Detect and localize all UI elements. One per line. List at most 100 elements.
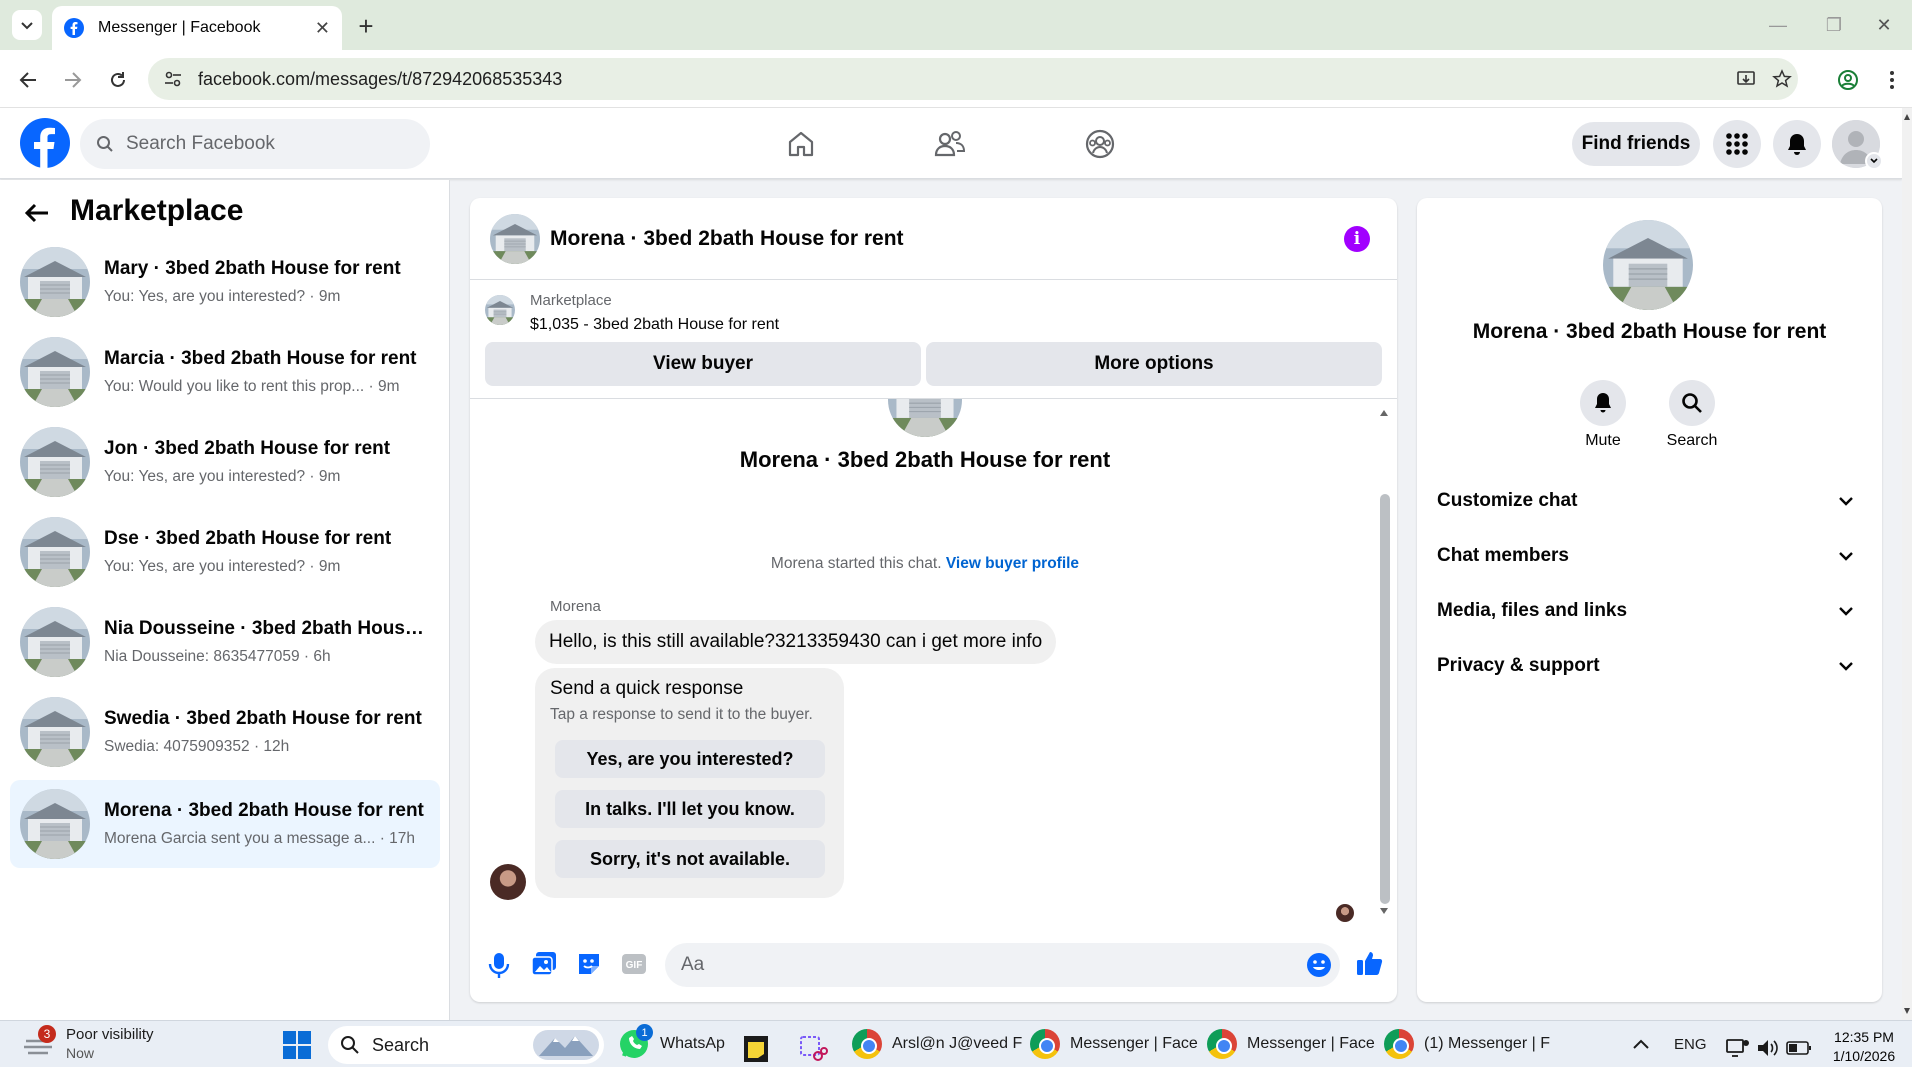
chrome-icon <box>1030 1029 1060 1059</box>
conversation-item[interactable]: Jon · 3bed 2bath House for rent You: Yes,… <box>10 418 440 506</box>
notifications-button[interactable] <box>1773 120 1821 168</box>
nav-home[interactable] <box>777 120 825 168</box>
sticker-icon[interactable] <box>575 950 603 980</box>
conversation-item[interactable]: Nia Dousseine · 3bed 2bath House... Nia D… <box>10 598 440 686</box>
forward-button[interactable] <box>55 62 91 98</box>
conversation-item[interactable]: Swedia · 3bed 2bath House for rent Swedia… <box>10 688 440 776</box>
listing-price[interactable]: $1,035 - 3bed 2bath House for rent <box>530 316 779 334</box>
message-input[interactable]: Aa <box>665 943 1340 987</box>
microphone-icon[interactable] <box>485 950 513 980</box>
account-chevron-icon[interactable] <box>1865 152 1883 170</box>
gif-icon[interactable]: GIF <box>620 950 648 980</box>
reload-button[interactable] <box>100 62 136 98</box>
mute-label: Mute <box>1585 432 1621 449</box>
browser-tab-active[interactable]: Messenger | Facebook ✕ <box>52 6 342 50</box>
page-scrollbar[interactable] <box>1902 108 1912 1020</box>
nav-friends[interactable] <box>926 120 974 168</box>
windows-start-icon[interactable] <box>282 1030 312 1060</box>
buyer-avatar[interactable] <box>490 864 526 900</box>
conversation-name: Swedia · 3bed 2bath House for rent <box>104 708 422 729</box>
thumbs-up-icon[interactable] <box>1355 948 1387 980</box>
info-listing-thumbnail[interactable] <box>1603 220 1693 310</box>
chat-members-section[interactable]: Chat members <box>1437 534 1862 578</box>
profile-button[interactable] <box>1830 62 1866 98</box>
restore-icon[interactable]: ❐ <box>1806 0 1862 50</box>
message-bubble[interactable]: Hello, is this still available?321335943… <box>535 620 1057 664</box>
menu-button[interactable] <box>1713 120 1761 168</box>
quick-response-button[interactable]: Yes, are you interested? <box>555 740 825 778</box>
conversation-preview: You: Would you like to rent this prop...… <box>104 378 400 395</box>
find-friends-button[interactable]: Find friends <box>1572 122 1700 166</box>
quick-response-button[interactable]: Sorry, it's not available. <box>555 840 825 878</box>
chevron-up-icon[interactable] <box>1632 1038 1650 1052</box>
back-button[interactable] <box>10 62 46 98</box>
divider <box>470 279 1397 280</box>
taskbar-chrome-window[interactable]: Messenger | Face <box>1207 1024 1375 1064</box>
tab-search-button[interactable] <box>12 10 42 40</box>
install-app-icon[interactable] <box>1736 69 1756 89</box>
chat-scrollbar-thumb[interactable] <box>1380 494 1390 904</box>
more-options-button[interactable]: More options <box>926 342 1382 386</box>
browser-menu-button[interactable] <box>1874 62 1910 98</box>
taskbar-app-label: Arsl@n J@veed F <box>892 1035 1023 1052</box>
customize-chat-section[interactable]: Customize chat <box>1437 479 1862 523</box>
gallery-icon[interactable] <box>530 950 558 980</box>
conversation-item-active[interactable]: Morena · 3bed 2bath House for rent Morena… <box>10 780 440 868</box>
system-clock[interactable]: 12:35 PM 1/10/2026 <box>1824 1028 1904 1066</box>
facebook-search-input[interactable]: Search Facebook <box>80 119 430 169</box>
chevron-down-icon <box>1839 497 1853 506</box>
site-info-icon[interactable] <box>164 70 182 88</box>
new-tab-button[interactable]: + <box>348 8 384 44</box>
quick-response-button[interactable]: In talks. I'll let you know. <box>555 790 825 828</box>
section-label: Customize chat <box>1437 490 1578 511</box>
chat-header-thumbnail[interactable] <box>490 214 540 264</box>
privacy-support-section[interactable]: Privacy & support <box>1437 644 1862 688</box>
close-tab-icon[interactable]: ✕ <box>315 18 330 39</box>
arrow-right-icon <box>65 72 82 88</box>
search-label: Search <box>1666 432 1718 449</box>
minimize-icon[interactable]: — <box>1750 0 1806 50</box>
conversation-item[interactable]: Mary · 3bed 2bath House for rent You: Yes… <box>10 238 440 326</box>
facebook-logo-icon[interactable] <box>20 118 70 168</box>
media-files-links-section[interactable]: Media, files and links <box>1437 589 1862 633</box>
back-arrow-icon[interactable] <box>22 198 58 230</box>
conversation-preview: Morena Garcia sent you a message a... · … <box>104 830 416 847</box>
close-window-icon[interactable]: ✕ <box>1856 0 1912 50</box>
sticky-notes-icon[interactable] <box>744 1036 768 1062</box>
snipping-tool-icon[interactable] <box>798 1034 828 1064</box>
listing-thumbnail <box>20 337 90 407</box>
chat-intro-name: Morena · 3bed 2bath House for rent <box>739 447 1111 472</box>
emoji-icon[interactable] <box>1306 952 1332 978</box>
view-buyer-profile-link[interactable]: View buyer profile <box>946 555 1079 572</box>
chevron-down-icon <box>1839 607 1853 616</box>
search-in-chat-button[interactable] <box>1669 380 1715 426</box>
bookmark-star-icon[interactable] <box>1772 69 1792 89</box>
view-buyer-button[interactable]: View buyer <box>485 342 921 386</box>
language-indicator[interactable]: ENG <box>1674 1024 1707 1064</box>
conversation-item[interactable]: Marcia · 3bed 2bath House for rent You: W… <box>10 328 440 416</box>
taskbar-app-label: (1) Messenger | F <box>1424 1035 1550 1052</box>
network-icon[interactable] <box>1726 1038 1750 1058</box>
taskbar-chrome-window[interactable]: Arsl@n J@veed F <box>852 1024 1022 1064</box>
battery-icon[interactable] <box>1786 1040 1812 1056</box>
taskbar-chrome-window[interactable]: (1) Messenger | F <box>1384 1024 1550 1064</box>
info-icon[interactable]: i <box>1344 226 1370 252</box>
taskbar-chrome-window[interactable]: Messenger | Face <box>1030 1024 1198 1064</box>
nav-groups[interactable] <box>1076 120 1124 168</box>
conversation-preview: Swedia: 4075909352 · 12h <box>104 738 290 755</box>
quick-response-subtitle: Tap a response to send it to the buyer. <box>550 706 813 723</box>
section-label: Chat members <box>1437 545 1569 566</box>
taskbar-search[interactable]: Search <box>328 1026 604 1064</box>
weather-widget[interactable]: 3 Poor visibility Now <box>22 1024 154 1064</box>
address-bar[interactable]: facebook.com/messages/t/872942068535343 <box>148 58 1798 100</box>
conversation-item[interactable]: Dse · 3bed 2bath House for rent You: Yes,… <box>10 508 440 596</box>
bell-icon <box>1788 134 1806 155</box>
chat-title[interactable]: Morena · 3bed 2bath House for rent <box>550 227 904 251</box>
volume-icon[interactable] <box>1756 1038 1780 1058</box>
weather-badge: 3 <box>38 1025 56 1043</box>
taskbar-whatsapp[interactable]: 1 WhatsAp <box>618 1024 725 1064</box>
search-icon <box>341 1036 359 1054</box>
mute-button[interactable] <box>1580 380 1626 426</box>
chevron-down-icon <box>21 22 33 30</box>
conversation-name: Marcia · 3bed 2bath House for rent <box>104 348 417 369</box>
